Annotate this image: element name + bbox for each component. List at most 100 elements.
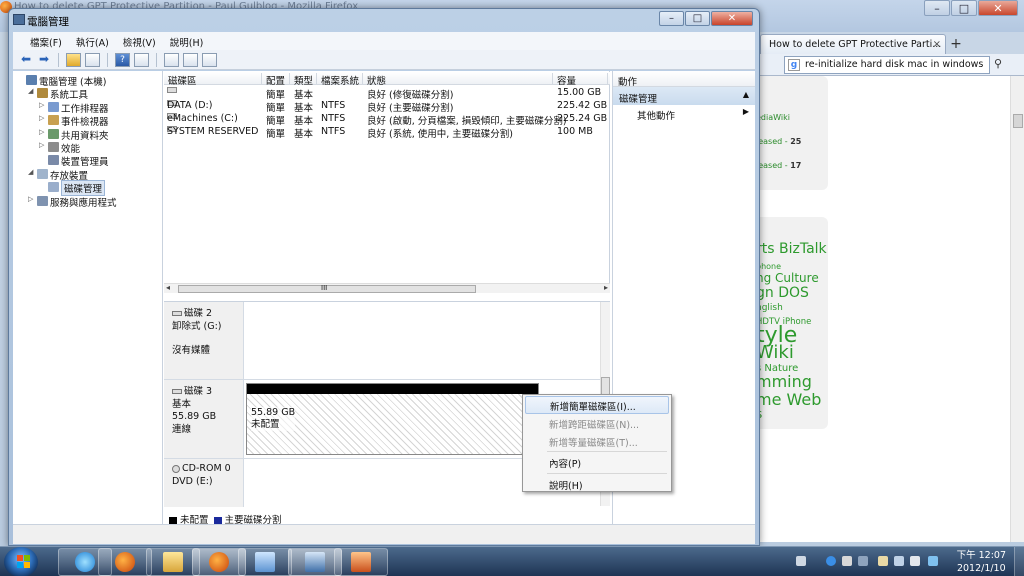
- horizontal-scrollbar[interactable]: ◂ III ▸: [164, 283, 610, 293]
- taskbar-app-button[interactable]: [334, 548, 388, 576]
- display-tray-icon[interactable]: [842, 556, 852, 566]
- help-icon[interactable]: ?: [115, 52, 130, 67]
- network-status-tray-icon[interactable]: [928, 556, 938, 566]
- tree-item[interactable]: ◢ 存放裝置: [15, 168, 162, 182]
- usb-tray-icon[interactable]: [894, 556, 904, 566]
- disk-2-row[interactable]: 磁碟 2 卸除式 (G:) 沒有媒體: [164, 302, 610, 380]
- start-button[interactable]: [4, 547, 38, 576]
- firefox-scrollbar[interactable]: [1010, 76, 1024, 542]
- show-desktop-button[interactable]: [1014, 547, 1024, 576]
- refresh-icon[interactable]: [164, 52, 179, 67]
- disk-icon: [172, 311, 182, 316]
- card-link[interactable]: leased - 25: [756, 137, 801, 146]
- firefox-tab[interactable]: How to delete GPT Protective Parti... ×: [760, 34, 946, 55]
- back-icon[interactable]: ⬅: [19, 53, 33, 67]
- context-menu-item[interactable]: 說明(H): [525, 475, 669, 493]
- menu-help[interactable]: 說明(H): [163, 32, 211, 50]
- tree-item[interactable]: 電腦管理 (本機): [15, 74, 162, 88]
- column-layout[interactable]: 配置: [262, 73, 290, 87]
- volume-row[interactable]: DATA (D:) 簡單 基本 NTFS 良好 (主要磁碟分割) 225.42 GB: [164, 100, 610, 114]
- scroll-left-icon[interactable]: ◂: [166, 283, 170, 292]
- volume-row[interactable]: 簡單 基本 良好 (修復磁碟分割) 15.00 GB: [164, 87, 610, 101]
- forward-icon[interactable]: ➡: [37, 53, 51, 67]
- show-hide-tree-icon[interactable]: [85, 52, 100, 67]
- card-link[interactable]: ediaWiki: [756, 113, 790, 122]
- tag-link[interactable]: ng Culture: [756, 271, 819, 285]
- tag-link[interactable]: Wiki: [756, 342, 794, 363]
- taskbar-firefox-pinned[interactable]: [98, 548, 152, 576]
- cdrom-info[interactable]: CD-ROM 0 DVD (E:): [164, 459, 244, 507]
- tag-link[interactable]: mming: [756, 372, 812, 391]
- tree-item[interactable]: ▷ 效能: [15, 141, 162, 155]
- scroll-right-icon[interactable]: ▸: [604, 283, 608, 292]
- tree-item[interactable]: ◢ 系統工具: [15, 87, 162, 101]
- tag-link[interactable]: gn DOS: [756, 285, 809, 301]
- tree-item[interactable]: 磁碟管理: [15, 180, 162, 197]
- menu-view[interactable]: 檢視(V): [116, 32, 163, 50]
- expand-icon[interactable]: ▷: [39, 101, 47, 109]
- tree-item[interactable]: ▷ 工作排程器: [15, 101, 162, 115]
- window-title: 電腦管理: [27, 16, 69, 28]
- close-tab-icon[interactable]: ×: [933, 39, 941, 50]
- volume-tray-icon[interactable]: [910, 556, 920, 566]
- search-input[interactable]: g re-initialize hard disk mac in windows: [784, 56, 990, 74]
- maximize-button[interactable]: □: [685, 11, 710, 26]
- new-tab-button[interactable]: +: [948, 36, 964, 52]
- expand-icon[interactable]: ▷: [39, 128, 47, 136]
- column-status[interactable]: 狀態: [363, 73, 553, 87]
- tree-item[interactable]: ▷ 服務與應用程式: [15, 195, 162, 209]
- network-tray-icon[interactable]: [858, 556, 868, 566]
- firefox-minimize-button[interactable]: –: [924, 0, 950, 16]
- volume-row[interactable]: SYSTEM RESERVED 簡單 基本 NTFS 良好 (系統, 使用中, 主要磁碟…: [164, 126, 610, 140]
- disk-2-info[interactable]: 磁碟 2 卸除式 (G:) 沒有媒體: [164, 302, 244, 379]
- menu-action[interactable]: 執行(A): [69, 32, 116, 50]
- tree-item[interactable]: 裝置管理員: [15, 154, 162, 168]
- scroll-thumb[interactable]: III: [178, 284, 476, 293]
- column-capacity[interactable]: 容量: [553, 73, 608, 87]
- up-folder-icon[interactable]: [66, 52, 81, 67]
- hand-tray-icon[interactable]: [878, 556, 888, 566]
- expand-icon[interactable]: ▷: [28, 195, 36, 203]
- more-actions-item[interactable]: 其他動作 ▶: [613, 105, 755, 122]
- volume-row[interactable]: eMachines (C:) 簡單 基本 NTFS 良好 (啟動, 分頁檔案, 損毀傾印…: [164, 113, 610, 127]
- disk-list-icon[interactable]: [202, 52, 217, 67]
- properties-icon[interactable]: [183, 52, 198, 67]
- scroll-thumb[interactable]: [601, 377, 610, 395]
- close-button[interactable]: ✕: [711, 11, 753, 26]
- unallocated-partition[interactable]: 55.89 GB 未配置: [246, 383, 539, 455]
- card-link[interactable]: leased - 17: [756, 161, 801, 170]
- show-hidden-icons-icon[interactable]: [796, 556, 806, 566]
- taskbar-control-panel-button[interactable]: [238, 548, 292, 576]
- expand-icon[interactable]: ◢: [28, 87, 36, 95]
- context-menu-item[interactable]: 內容(P): [525, 453, 669, 471]
- internet-explorer-icon: [75, 552, 95, 572]
- actions-section-disk-management[interactable]: 磁碟管理 ▲: [613, 87, 755, 105]
- scroll-thumb[interactable]: [1013, 114, 1023, 128]
- expand-icon[interactable]: ◢: [28, 168, 36, 176]
- tree-item[interactable]: ▷ 共用資料夾: [15, 128, 162, 142]
- expand-icon[interactable]: ▷: [39, 141, 47, 149]
- expand-icon[interactable]: ▷: [39, 114, 47, 122]
- action-pane-icon[interactable]: [134, 52, 149, 67]
- volume-status: 良好 (啟動, 分頁檔案, 損毀傾印, 主要磁碟分割): [367, 116, 567, 127]
- menu-file[interactable]: 檔案(F): [23, 32, 69, 50]
- scroll-grip: III: [321, 284, 328, 292]
- context-menu-item[interactable]: 新增簡單磁碟區(I)...: [525, 396, 669, 414]
- tag-link[interactable]: rts BizTalk: [756, 241, 827, 257]
- disk-3-info[interactable]: 磁碟 3 基本 55.89 GB 連線: [164, 380, 244, 458]
- column-filesystem[interactable]: 檔案系統: [317, 73, 363, 87]
- minimize-button[interactable]: –: [659, 11, 684, 26]
- tag-link[interactable]: nglish: [756, 303, 783, 313]
- firefox-maximize-button[interactable]: □: [951, 0, 977, 16]
- tag-link[interactable]: me Web: [756, 390, 821, 409]
- menubar: 檔案(F) 執行(A) 檢視(V) 說明(H): [13, 32, 755, 50]
- column-volume[interactable]: 磁碟區: [164, 73, 262, 87]
- search-icon[interactable]: ⚲: [994, 57, 1002, 70]
- help-tray-icon[interactable]: [826, 556, 836, 566]
- firefox-close-button[interactable]: ✕: [978, 0, 1018, 16]
- column-type[interactable]: 類型: [290, 73, 317, 87]
- collapse-icon[interactable]: ▲: [743, 90, 749, 99]
- clock[interactable]: 下午 12:07 2012/1/10: [957, 549, 1006, 575]
- volume-list-header: 磁碟區 配置 類型 檔案系統 狀態 容量: [164, 72, 610, 87]
- tree-item[interactable]: ▷ 事件檢視器: [15, 114, 162, 128]
